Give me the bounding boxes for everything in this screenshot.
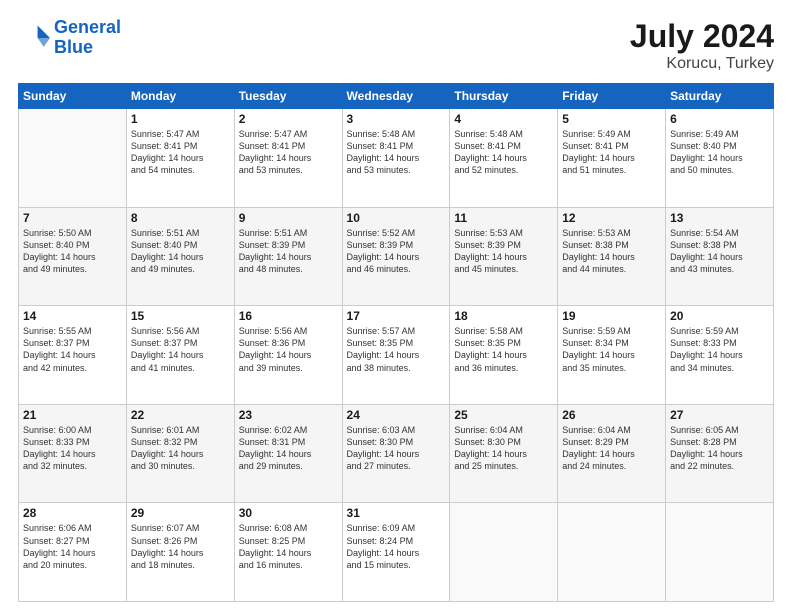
- table-row: [19, 109, 127, 208]
- table-row: 1Sunrise: 5:47 AMSunset: 8:41 PMDaylight…: [126, 109, 234, 208]
- table-row: 21Sunrise: 6:00 AMSunset: 8:33 PMDayligh…: [19, 404, 127, 503]
- table-row: 8Sunrise: 5:51 AMSunset: 8:40 PMDaylight…: [126, 207, 234, 306]
- col-thursday: Thursday: [450, 84, 558, 109]
- table-row: 2Sunrise: 5:47 AMSunset: 8:41 PMDaylight…: [234, 109, 342, 208]
- table-row: 22Sunrise: 6:01 AMSunset: 8:32 PMDayligh…: [126, 404, 234, 503]
- location: Korucu, Turkey: [630, 55, 774, 73]
- table-row: 4Sunrise: 5:48 AMSunset: 8:41 PMDaylight…: [450, 109, 558, 208]
- table-row: [450, 503, 558, 602]
- table-row: 12Sunrise: 5:53 AMSunset: 8:38 PMDayligh…: [558, 207, 666, 306]
- table-row: 7Sunrise: 5:50 AMSunset: 8:40 PMDaylight…: [19, 207, 127, 306]
- table-row: 24Sunrise: 6:03 AMSunset: 8:30 PMDayligh…: [342, 404, 450, 503]
- table-row: [666, 503, 774, 602]
- header: General Blue July 2024 Korucu, Turkey: [18, 18, 774, 73]
- table-row: 26Sunrise: 6:04 AMSunset: 8:29 PMDayligh…: [558, 404, 666, 503]
- table-row: 15Sunrise: 5:56 AMSunset: 8:37 PMDayligh…: [126, 306, 234, 405]
- col-saturday: Saturday: [666, 84, 774, 109]
- table-row: 14Sunrise: 5:55 AMSunset: 8:37 PMDayligh…: [19, 306, 127, 405]
- logo: General Blue: [18, 18, 121, 58]
- calendar: Sunday Monday Tuesday Wednesday Thursday…: [18, 83, 774, 602]
- title-block: July 2024 Korucu, Turkey: [630, 18, 774, 73]
- table-row: 10Sunrise: 5:52 AMSunset: 8:39 PMDayligh…: [342, 207, 450, 306]
- month-year: July 2024: [630, 18, 774, 55]
- table-row: 17Sunrise: 5:57 AMSunset: 8:35 PMDayligh…: [342, 306, 450, 405]
- col-wednesday: Wednesday: [342, 84, 450, 109]
- table-row: 18Sunrise: 5:58 AMSunset: 8:35 PMDayligh…: [450, 306, 558, 405]
- page: General Blue July 2024 Korucu, Turkey Su…: [0, 0, 792, 612]
- col-friday: Friday: [558, 84, 666, 109]
- table-row: 23Sunrise: 6:02 AMSunset: 8:31 PMDayligh…: [234, 404, 342, 503]
- table-row: [558, 503, 666, 602]
- table-row: 3Sunrise: 5:48 AMSunset: 8:41 PMDaylight…: [342, 109, 450, 208]
- logo-icon: [18, 22, 50, 54]
- table-row: 29Sunrise: 6:07 AMSunset: 8:26 PMDayligh…: [126, 503, 234, 602]
- col-sunday: Sunday: [19, 84, 127, 109]
- table-row: 27Sunrise: 6:05 AMSunset: 8:28 PMDayligh…: [666, 404, 774, 503]
- calendar-header-row: Sunday Monday Tuesday Wednesday Thursday…: [19, 84, 774, 109]
- col-monday: Monday: [126, 84, 234, 109]
- logo-text: General Blue: [54, 18, 121, 58]
- table-row: 31Sunrise: 6:09 AMSunset: 8:24 PMDayligh…: [342, 503, 450, 602]
- table-row: 13Sunrise: 5:54 AMSunset: 8:38 PMDayligh…: [666, 207, 774, 306]
- table-row: 30Sunrise: 6:08 AMSunset: 8:25 PMDayligh…: [234, 503, 342, 602]
- table-row: 19Sunrise: 5:59 AMSunset: 8:34 PMDayligh…: [558, 306, 666, 405]
- table-row: 20Sunrise: 5:59 AMSunset: 8:33 PMDayligh…: [666, 306, 774, 405]
- table-row: 25Sunrise: 6:04 AMSunset: 8:30 PMDayligh…: [450, 404, 558, 503]
- table-row: 11Sunrise: 5:53 AMSunset: 8:39 PMDayligh…: [450, 207, 558, 306]
- table-row: 5Sunrise: 5:49 AMSunset: 8:41 PMDaylight…: [558, 109, 666, 208]
- table-row: 28Sunrise: 6:06 AMSunset: 8:27 PMDayligh…: [19, 503, 127, 602]
- col-tuesday: Tuesday: [234, 84, 342, 109]
- table-row: 9Sunrise: 5:51 AMSunset: 8:39 PMDaylight…: [234, 207, 342, 306]
- table-row: 16Sunrise: 5:56 AMSunset: 8:36 PMDayligh…: [234, 306, 342, 405]
- table-row: 6Sunrise: 5:49 AMSunset: 8:40 PMDaylight…: [666, 109, 774, 208]
